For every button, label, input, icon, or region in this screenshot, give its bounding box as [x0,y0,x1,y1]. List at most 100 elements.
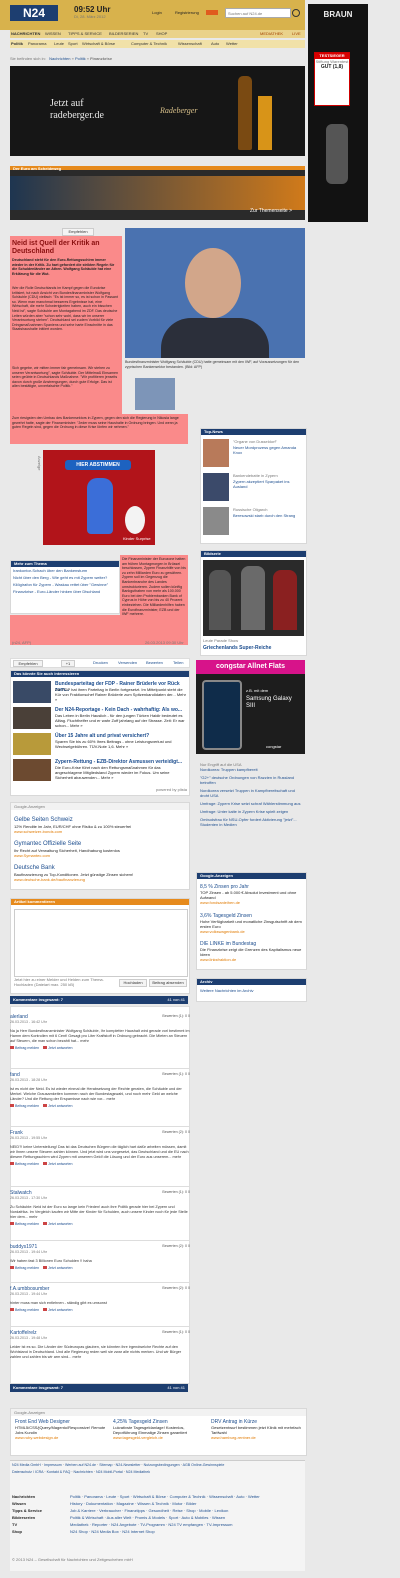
footer-link[interactable]: N24 Mediathek [126,1470,150,1474]
top-news-item[interactable]: Bankendebatte in Zypern Zypern akzeptier… [203,473,303,505]
footer-link[interactable]: Sitemap [99,1463,112,1467]
report-link[interactable]: Beitrag melden [15,1308,39,1312]
google-ad-title-2[interactable]: Gymantec Offizielle Seite [14,841,186,848]
google-ad-url-2[interactable]: www.Symantec.com [14,853,186,858]
bottom-google-item[interactable]: DRV Antrag in Kürze Gesetzentwurf bestim… [211,1419,303,1440]
report-link[interactable]: Beitrag melden [15,1222,39,1226]
share-gplus-button[interactable]: +1 [61,660,75,667]
congstar-ad[interactable]: congstar Allnet Flats z.B. mit dem Samsu… [196,660,305,754]
sidebar-link-2[interactable]: "G2+" deutsche Ordnungen von Razzien in … [200,775,305,785]
gallery-caption[interactable]: Griechenlands Super-Reiche [203,645,271,651]
report-link[interactable]: Beitrag melden [15,1104,39,1108]
google-ad-item[interactable]: Deutsche Bank Baufinanzierung zu Top-Kon… [14,865,186,882]
reply-link[interactable]: Jetzt antworten [48,1104,72,1108]
subnav-panorama[interactable]: Panorama [28,40,46,48]
nav-item-mediathek[interactable]: MEDIATHEK [260,30,283,38]
nav-item-live[interactable]: LIVE [292,30,301,38]
sidebar-link-4[interactable]: Umfrage: Zypern Krise setzt schraf Wähle… [200,801,305,806]
search-input[interactable] [225,8,291,18]
google-ad-title-1[interactable]: Gelbe Seiten Schweiz [14,817,186,824]
footer-link[interactable]: AGB Online-Gewinnspiele [183,1463,225,1467]
social-icons[interactable] [206,10,218,15]
n24-logo[interactable]: N24 [10,5,58,21]
archive-link[interactable]: Weitere Nachrichten im Archiv [197,985,306,996]
interest-item[interactable]: Bundesparteitag der FDP - Rainer Brüderl… [13,681,187,707]
interest-item[interactable]: Über 15 Jahre alt und privat versichert?… [13,733,187,759]
nav-item-tv[interactable]: TV [143,30,148,38]
footer-link[interactable]: N24 Media GmbH [12,1463,41,1467]
nav-item-nachrichten[interactable]: NACHRICHTEN [11,30,40,38]
bottom-google-url-3[interactable]: www.hamburg-rentner.de [211,1435,303,1440]
google-ad-url-1[interactable]: www.schweizer-bonds.com [14,829,186,834]
breadcrumb-politik[interactable]: Politik [75,56,86,61]
more-link-3[interactable]: Kilögirafon für Zypern - Waskau rettet ü… [11,581,119,588]
google-ad-item[interactable]: Gelbe Seiten Schweiz 12% Rendite im Jahr… [14,817,186,834]
sidebar-link-6[interactable]: Ombudsfrau für NSU-Opfer fordert Aktivie… [200,817,305,827]
subnav-auto[interactable]: Auto [211,40,219,48]
breadcrumb-nachrichten[interactable]: Nachrichten [49,56,70,61]
comment-submit-button[interactable]: Beitrag absenden [149,979,187,987]
sidebar-google-url-3[interactable]: www.linksfraktion.de [200,957,304,962]
comment-textarea[interactable] [14,909,188,977]
sidebar-link-3[interactable]: Nordkorea versetzt Truppen in Kampfberei… [200,788,305,798]
google-ad-url-3[interactable]: www.deutsche-bank.de/baufinanzierung [14,877,186,882]
comment-rating[interactable]: Bewerten (1): 0 0 [162,1190,190,1195]
subnav-politik[interactable]: Politik [11,40,23,48]
reply-link[interactable]: Jetzt antworten [48,1266,72,1270]
hier-abstimmen-button[interactable]: HIER ABSTIMMEN [65,460,131,470]
sidebar-google-url-2[interactable]: www.volkswagenbank.de [200,929,304,934]
subnav-sport[interactable]: Sport [68,40,78,48]
footer-link[interactable]: Werben auf N24.de [65,1463,96,1467]
footer-link[interactable]: Nachrichten [74,1470,93,1474]
report-link[interactable]: Beitrag melden [15,1266,39,1270]
reply-link[interactable]: Jetzt antworten [48,1162,72,1166]
more-link-1[interactable]: Irankontor-Schach über den Bankensturm [11,567,119,574]
subnav-leute[interactable]: Leute [54,40,64,48]
gallery-box[interactable]: Bildserie Leute Parade Show Griechenland… [200,550,307,656]
footer-link[interactable]: N24 Mobil-Portal [96,1470,123,1474]
subnav-computer[interactable]: Computer & Technik [131,40,167,48]
subnav-wetter[interactable]: Wetter [226,40,238,48]
report-link[interactable]: Beitrag melden [15,1046,39,1050]
top-news-item[interactable]: "Organe von Dusseldorf" Neuer Mordprozes… [203,439,303,471]
bottom-google-item[interactable]: 4,25% Tagesgeld Zinsen Lukrativste Tages… [113,1419,205,1440]
footer-link[interactable]: Impressum [44,1463,62,1467]
comment-login-button[interactable]: Hochladen [119,979,147,987]
search-icon[interactable] [292,9,300,17]
comment-rating[interactable]: Bewerten (2): 0 0 [162,1130,190,1135]
kinder-ad[interactable]: HIER ABSTIMMEN Kinder Surprise [43,450,155,545]
google-ad-title-3[interactable]: Deutsche Bank [14,865,186,872]
rate-link[interactable]: Bewerten [146,660,163,665]
interest-item[interactable]: Der N24-Reportage - Kein Dach - wahrhaft… [13,707,187,733]
top-news-item[interactable]: Russische Oligarch Beresowski starb durc… [203,507,303,539]
top-news-link-3[interactable]: Beresowski starb durch den Strang [233,513,303,518]
more-link-4[interactable]: Finanzkrise - Euro-Länder hinken über Dt… [11,588,119,595]
plista-credit[interactable]: powered by plista [156,787,187,792]
sidebar-google-item[interactable]: 8,5 % Zinsen pro Jahr TOP Zinsen - ab 5.… [200,884,304,905]
radeberger-banner-ad[interactable]: Jetzt auf radeberger.de Radeberger [10,66,305,156]
footer-link[interactable]: Kontakt & FAQ [47,1470,71,1474]
footer-link[interactable]: N24-Newsletter [116,1463,141,1467]
nav-item-bilderserien[interactable]: BILDERSERIEN [109,30,138,38]
login-link[interactable]: Login [152,10,162,15]
share-facebook-button[interactable]: Empfehlen [13,660,43,667]
bottom-google-item[interactable]: Front End Web Designer HTML5/CSS/jQuery/… [15,1419,107,1440]
top-news-link-2[interactable]: Zypern akzeptiert Sparpaket ins Ausland [233,479,303,489]
top-news-link-1[interactable]: Neuer Mordprozess gegen Amanda Knox [233,445,303,455]
register-link[interactable]: Registrierung [175,10,199,15]
nav-item-shop[interactable]: SHOP [156,30,167,38]
sidebar-google-item[interactable]: 3,6% Tagesgeld Zinsen Hohe Verfügbarkeit… [200,913,304,934]
gallery-tags[interactable]: Leute Parade Show [203,638,238,643]
footer-link[interactable]: Nutzungsbedingungen [144,1463,180,1467]
comments-pager[interactable]: 41 von 41 [167,997,185,1002]
sidebar-link-1[interactable]: Nordkorea: Truppen kampfbereit [200,767,305,772]
comment-rating[interactable]: Bewerten (1): 0 0 [162,1014,190,1019]
send-link[interactable]: Versenden [118,660,137,665]
bottom-google-url-2[interactable]: www.tagesgeld-vergleich.de [113,1435,205,1440]
themen-link[interactable]: Zur Themenseite > [250,208,292,214]
sidebar-google-url-1[interactable]: www.fondsanleihen.de [200,900,304,905]
reply-link[interactable]: Jetzt antworten [48,1222,72,1226]
print-link[interactable]: Drucken [93,660,108,665]
subnav-wissenschaft[interactable]: Wissenschaft [178,40,202,48]
bottom-google-url-1[interactable]: www.ruby-webdesign.de [15,1435,107,1440]
